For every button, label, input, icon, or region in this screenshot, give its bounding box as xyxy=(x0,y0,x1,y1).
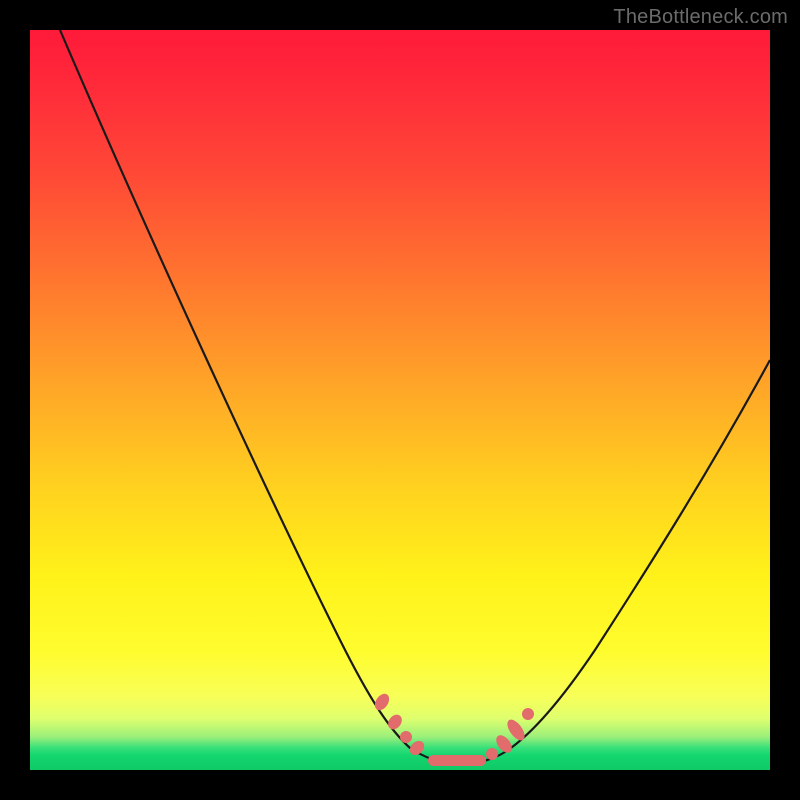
watermark-text: TheBottleneck.com xyxy=(613,6,788,29)
marker-group xyxy=(372,691,534,766)
curve-right-branch xyxy=(462,360,770,763)
chart-frame: TheBottleneck.com xyxy=(0,0,800,800)
bottleneck-curve xyxy=(30,30,770,770)
curve-left-branch xyxy=(60,30,450,763)
